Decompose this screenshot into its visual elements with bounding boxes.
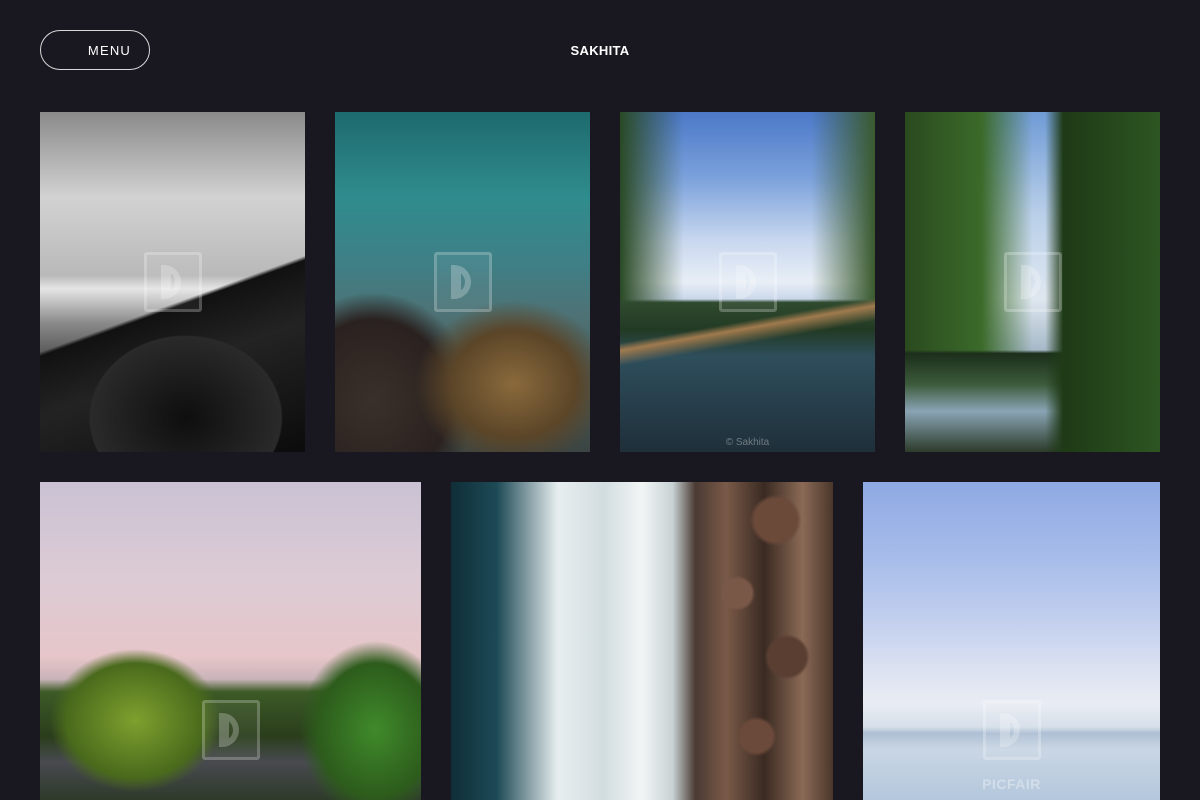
gallery-photo-1[interactable]	[40, 112, 305, 452]
picfair-watermark-icon	[201, 700, 260, 761]
gallery-photo-6[interactable]	[451, 482, 833, 800]
gallery-photo-7[interactable]: PICFAIR	[863, 482, 1160, 800]
gallery-photo-4[interactable]	[905, 112, 1160, 452]
site-header: MENU SAKHITA	[0, 0, 1200, 100]
photo-credit: © Sakhita	[725, 437, 770, 448]
picfair-watermark-icon	[1003, 252, 1062, 312]
picfair-watermark-icon	[982, 700, 1041, 761]
gallery-photo-2[interactable]	[335, 112, 590, 452]
picfair-watermark-icon	[433, 252, 492, 312]
picfair-watermark-icon	[143, 252, 202, 312]
site-brand[interactable]: SAKHITA	[0, 43, 1200, 58]
gallery-photo-5[interactable]	[40, 482, 421, 800]
picfair-watermark-icon	[718, 252, 777, 312]
picfair-watermark-label: PICFAIR	[982, 776, 1041, 792]
gallery-photo-3[interactable]: © Sakhita	[620, 112, 875, 452]
